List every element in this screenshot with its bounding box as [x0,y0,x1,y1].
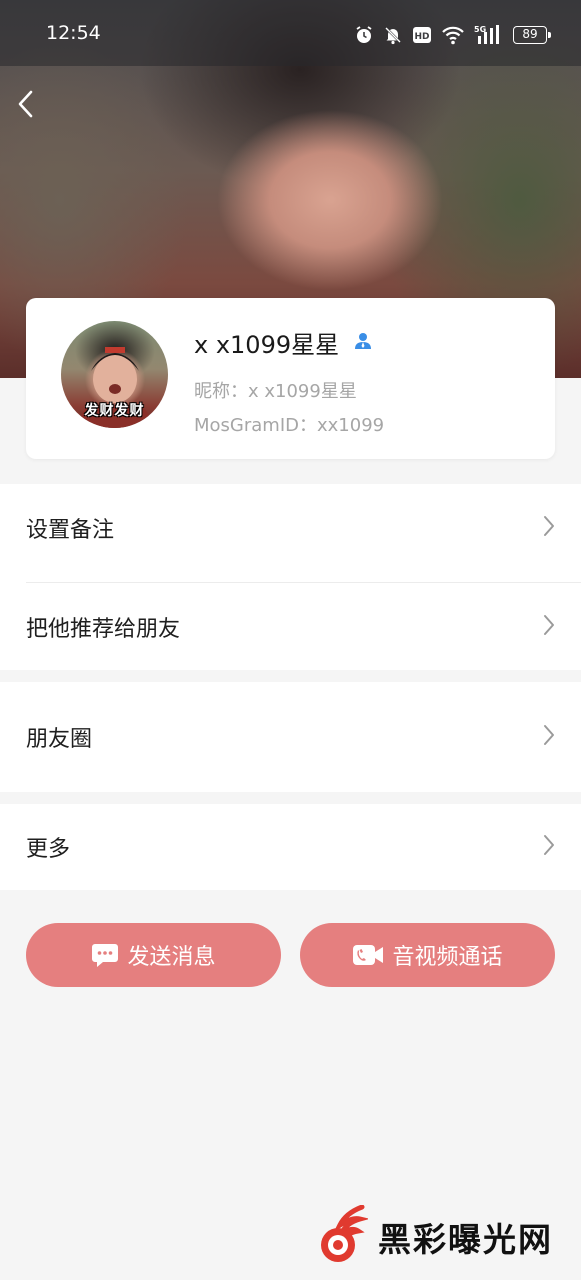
chevron-right-icon [543,515,555,541]
more-section: 更多 [0,804,581,890]
avatar[interactable]: 发财发财 [61,321,168,428]
av-call-button[interactable]: 音视频通话 [300,923,555,987]
recommend-label: 把他推荐给朋友 [26,616,181,642]
set-remark-row[interactable]: 设置备注 [0,484,581,571]
5g-signal-icon: 5G [474,24,500,46]
video-call-icon [352,942,384,968]
av-call-label: 音视频通话 [392,945,503,970]
status-bar: 12:54 HD 5G 89 [0,0,581,66]
back-button[interactable] [8,84,44,124]
send-message-button[interactable]: 发送消息 [26,923,281,987]
watermark-text: 黑彩曝光网 [378,1220,553,1259]
mute-icon [383,25,403,45]
mosgram-id: MosGramID：xx1099 [194,415,385,436]
recommend-row[interactable]: 把他推荐给朋友 [0,583,581,670]
chat-bubble-icon [91,942,119,968]
watermark: 黑彩曝光网 [316,1204,553,1270]
profile-card: 发财发财 x x1099星星 昵称：x x1099星星 MosGramID：xx… [26,298,555,459]
send-message-label: 发送消息 [127,945,216,970]
status-icons: HD 5G 89 [354,22,551,48]
chevron-right-icon [543,834,555,860]
moments-label: 朋友圈 [26,727,93,752]
display-name: x x1099星星 [194,325,373,360]
watermark-logo-icon [316,1204,370,1269]
battery-indicator: 89 [513,26,551,44]
more-label: 更多 [26,837,71,862]
display-name-text: x x1099星星 [194,331,340,359]
alarm-icon [354,25,374,45]
more-row[interactable]: 更多 [0,804,581,890]
chevron-right-icon [543,614,555,640]
back-chevron-icon [18,90,33,118]
set-remark-label: 设置备注 [26,517,115,543]
svg-text:HD: HD [414,32,429,42]
moments-row[interactable]: 朋友圈 [0,682,581,792]
chevron-right-icon [543,724,555,750]
person-icon [353,329,373,357]
nickname: 昵称：x x1099星星 [194,381,357,402]
settings-section: 设置备注 把他推荐给朋友 [0,484,581,670]
avatar-caption: 发财发财 [84,403,145,419]
hd-icon: HD [412,26,432,44]
moments-section: 朋友圈 [0,682,581,792]
wifi-icon [441,25,465,45]
status-time: 12:54 [46,22,101,44]
